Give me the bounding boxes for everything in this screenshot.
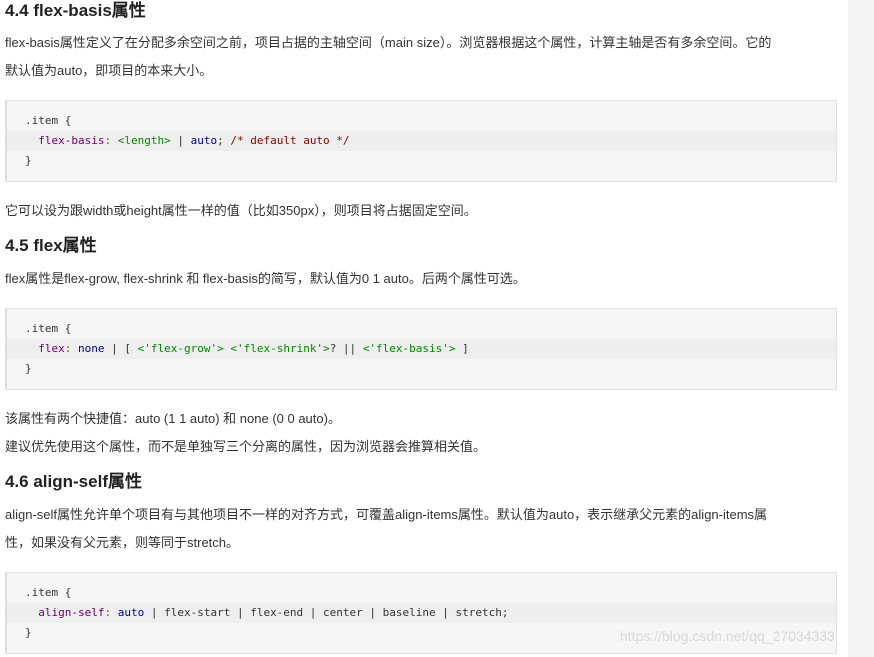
watermark-url: https://blog.csdn.net/qq_27034333 [620, 628, 835, 644]
code-block-flex-basis: .item { flex-basis: <length> | auto; /* … [5, 100, 837, 182]
paragraph-flex-recommendation: 建议优先使用这个属性，而不是单独写三个分离的属性，因为浏览器会推算相关值。 [5, 439, 487, 454]
paragraph-align-self-desc-line2: 性，如果没有父元素，则等同于stretch。 [5, 535, 240, 550]
paragraph-flex-basis-desc-line1: flex-basis属性定义了在分配多余空间之前，项目占据的主轴空间（main … [5, 35, 772, 50]
code-line: flex-basis: <length> | auto; /* default … [7, 131, 836, 151]
page-side-gutter [848, 0, 874, 657]
paragraph-flex-shortcuts: 该属性有两个快捷值：auto (1 1 auto) 和 none (0 0 au… [5, 411, 341, 426]
code-line: .item { [25, 114, 72, 127]
code-line: } [25, 154, 32, 167]
section-heading-align-self: 4.6 align-self属性 [5, 472, 142, 491]
code-block-flex: .item { flex: none | [ <'flex-grow'> <'f… [5, 308, 837, 390]
paragraph-flex-basis-fixed: 它可以设为跟width或height属性一样的值（比如350px），则项目将占据… [5, 203, 477, 218]
code-line: .item { [25, 586, 72, 599]
code-line: .item { [25, 322, 72, 335]
code-line: flex: none | [ <'flex-grow'> <'flex-shri… [7, 339, 836, 359]
article-body: 4.4 flex-basis属性 flex-basis属性定义了在分配多余空间之… [0, 0, 848, 657]
paragraph-align-self-desc-line1: align-self属性允许单个项目有与其他项目不一样的对齐方式，可覆盖alig… [5, 507, 768, 522]
paragraph-flex-desc: flex属性是flex-grow, flex-shrink 和 flex-bas… [5, 271, 526, 286]
paragraph-flex-basis-desc-line2: 默认值为auto，即项目的本来大小。 [5, 63, 213, 78]
section-heading-flex: 4.5 flex属性 [5, 236, 97, 255]
section-heading-flex-basis: 4.4 flex-basis属性 [5, 1, 146, 20]
code-line: } [25, 362, 32, 375]
code-line: align-self: auto | flex-start | flex-end… [7, 603, 836, 623]
